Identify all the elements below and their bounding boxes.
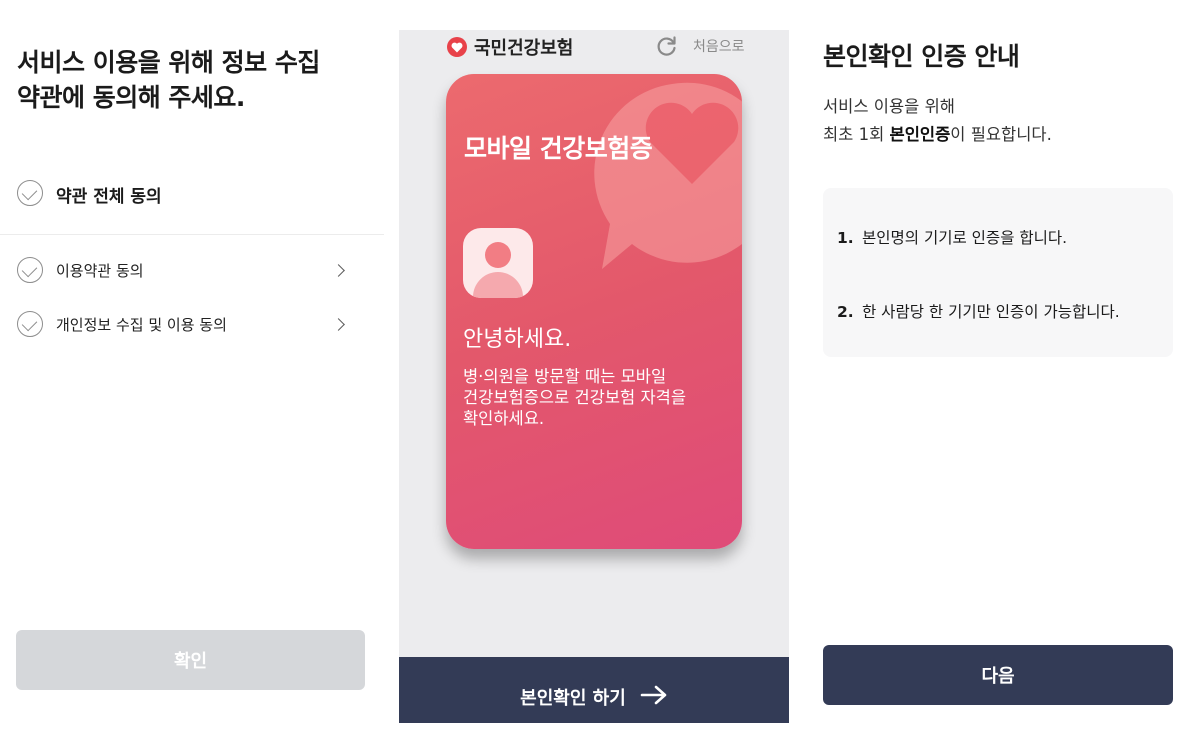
card-screen: 국민건강보험 처음으로 모바일 건강보험증 안녕하세요. 병·의원을 방문할 때… xyxy=(399,30,789,723)
steps-box: 1. 본인명의 기기로 인증을 합니다. 2. 한 사람당 한 기기만 인증이 가능… xyxy=(823,188,1173,357)
terms-item-label[interactable]: 이용약관 동의 xyxy=(56,260,144,281)
page-title: 본인확인 인증 안내 xyxy=(823,42,1020,71)
guide-text: 최초 1회 본인인증이 필요합니다. xyxy=(823,125,1052,144)
guide-text: 서비스 이용을 위해 xyxy=(823,97,955,116)
check-circle-icon[interactable] xyxy=(17,180,43,206)
insurance-card: 모바일 건강보험증 안녕하세요. 병·의원을 방문할 때는 모바일 건강보험증으… xyxy=(446,74,742,549)
page-title: 서비스 이용을 위해 정보 수집 약관에 동의해 주세요. xyxy=(17,48,320,112)
privacy-item-label[interactable]: 개인정보 수집 및 이용 동의 xyxy=(56,314,227,335)
arrow-right-icon xyxy=(640,685,668,709)
verify-button[interactable]: 본인확인 하기 xyxy=(399,657,789,723)
check-circle-icon[interactable] xyxy=(17,257,43,283)
terms-screen: 서비스 이용을 위해 정보 수집 약관에 동의해 주세요. 약관 전체 동의 이… xyxy=(0,0,384,731)
step-item: 1. 본인명의 기기로 인증을 합니다. xyxy=(837,229,1068,247)
card-title: 모바일 건강보험증 xyxy=(464,134,653,163)
card-decoration xyxy=(594,82,742,269)
card-description: 병·의원을 방문할 때는 모바일 건강보험증으로 건강보험 자격을 확인하세요. xyxy=(463,367,687,428)
greeting-text: 안녕하세요. xyxy=(463,327,572,352)
verify-label: 본인확인 하기 xyxy=(520,688,626,709)
auth-guide-screen: 본인확인 인증 안내 서비스 이용을 위해 최초 1회 본인인증이 필요합니다.… xyxy=(805,0,1184,731)
avatar-icon xyxy=(463,228,533,298)
restart-link[interactable]: 처음으로 xyxy=(693,36,745,56)
heart-logo-icon xyxy=(447,37,467,57)
next-button[interactable]: 다음 xyxy=(823,645,1173,705)
chevron-right-icon[interactable] xyxy=(332,264,345,277)
confirm-button[interactable]: 확인 xyxy=(16,630,365,690)
divider xyxy=(0,234,384,235)
brand-name: 국민건강보험 xyxy=(474,38,574,59)
step-item: 2. 한 사람당 한 기기만 인증이 가능합니다. xyxy=(837,303,1120,321)
check-circle-icon[interactable] xyxy=(17,311,43,337)
reload-icon[interactable] xyxy=(656,35,678,57)
agree-all-label[interactable]: 약관 전체 동의 xyxy=(56,182,162,207)
chevron-right-icon[interactable] xyxy=(332,318,345,331)
